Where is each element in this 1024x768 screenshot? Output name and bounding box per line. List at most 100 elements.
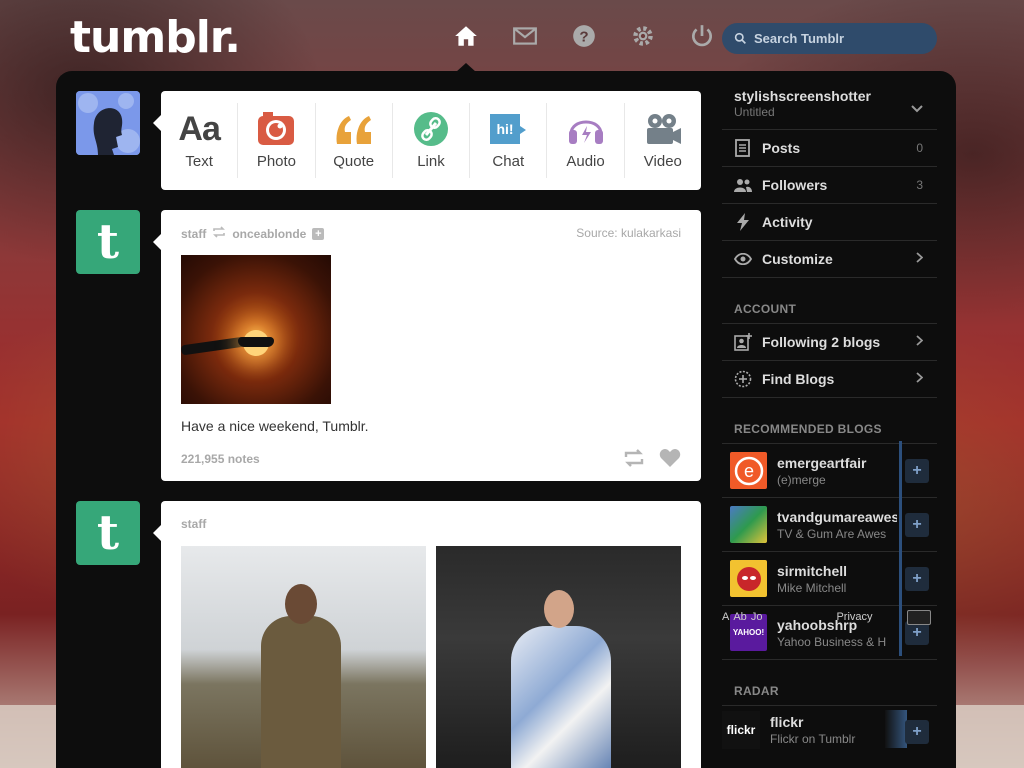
- footer-link[interactable]: Ab: [733, 611, 746, 623]
- post-notes[interactable]: 221,955 notes: [181, 452, 260, 466]
- staff-avatar[interactable]: t: [76, 501, 140, 565]
- radar-thumbnail: [885, 710, 907, 748]
- post-type-link[interactable]: Link: [393, 103, 471, 178]
- search-input[interactable]: [754, 31, 924, 46]
- sidebar-item-label: Posts: [762, 140, 801, 156]
- chevron-right-icon: [916, 370, 924, 388]
- post-photo[interactable]: [181, 546, 426, 768]
- sidebar-item-posts[interactable]: Posts 0: [722, 130, 937, 167]
- follow-plus-button[interactable]: +: [905, 513, 929, 537]
- post-header: staff onceablonde +: [181, 226, 325, 241]
- post-type-text[interactable]: Aa Text: [161, 103, 239, 178]
- top-nav: ?: [450, 20, 718, 52]
- post-type-chat[interactable]: hi! Chat: [470, 103, 548, 178]
- post-type-audio[interactable]: Audio: [547, 103, 625, 178]
- post-card: staff onceablonde + Source: kulakarkasi …: [153, 210, 701, 481]
- chevron-right-icon: [916, 333, 924, 351]
- follow-plus-button[interactable]: +: [905, 567, 929, 591]
- post-composer: Aa Text Photo Quote Link hi! Chat Audio: [153, 91, 701, 190]
- post-card: staff: [153, 501, 701, 768]
- post-photo[interactable]: [436, 546, 681, 768]
- radar-heading: RADAR: [734, 684, 779, 698]
- search-icon: [734, 32, 746, 44]
- text-icon: Aa: [178, 109, 220, 148]
- radar-post[interactable]: flickr flickr Flickr on Tumblr +: [722, 705, 937, 753]
- photo-model-coat: [261, 616, 341, 768]
- gear-icon[interactable]: [627, 20, 659, 52]
- sidebar-item-followers[interactable]: Followers 3: [722, 167, 937, 204]
- link-icon: [413, 111, 449, 147]
- headphones-icon: [567, 111, 605, 147]
- photo-model-dress: [511, 626, 611, 768]
- post-author-link[interactable]: staff: [181, 227, 206, 241]
- post-type-photo[interactable]: Photo: [238, 103, 316, 178]
- post-source: Source: kulakarkasi: [576, 226, 681, 240]
- sidebar-item-following[interactable]: Following 2 blogs: [722, 324, 937, 361]
- blog-title: (e)merge: [777, 472, 826, 487]
- like-heart-icon[interactable]: [659, 448, 681, 473]
- tumblr-logo[interactable]: tumblr.: [70, 12, 241, 63]
- sidebar-item-customize[interactable]: Customize: [722, 241, 937, 278]
- blog-switcher[interactable]: stylishscreenshotter Untitled: [722, 82, 937, 130]
- sidebar-item-find-blogs[interactable]: Find Blogs: [722, 361, 937, 398]
- photo-model-head: [285, 584, 317, 624]
- blog-title: Yahoo Business & H: [777, 634, 887, 649]
- sidebar-item-label: Followers: [762, 177, 828, 193]
- post-type-label: Quote: [333, 153, 375, 170]
- post-type-label: Chat: [492, 153, 525, 170]
- recommended-blog[interactable]: sirmitchell Mike Mitchell +: [722, 552, 937, 606]
- post-author-link[interactable]: staff: [181, 517, 206, 531]
- power-icon[interactable]: [686, 20, 718, 52]
- mail-icon[interactable]: [509, 20, 541, 52]
- sidebar-item-activity[interactable]: Activity: [722, 204, 937, 241]
- follow-plus-button[interactable]: +: [905, 720, 929, 744]
- keyboard-icon[interactable]: [907, 610, 931, 625]
- user-avatar[interactable]: [76, 91, 140, 155]
- footer-links: A Ab Jo Privacy: [722, 611, 873, 623]
- post-type-label: Photo: [256, 153, 297, 170]
- svg-text:?: ?: [579, 28, 588, 45]
- help-icon[interactable]: ?: [568, 20, 600, 52]
- blog-avatar: [730, 560, 767, 597]
- home-icon[interactable]: [450, 20, 482, 52]
- flickr-logo: flickr: [722, 710, 760, 749]
- post-type-video[interactable]: Video: [625, 103, 701, 178]
- chevron-right-icon: [916, 250, 924, 268]
- follow-plus-button[interactable]: +: [905, 459, 929, 483]
- blog-avatar: [730, 506, 767, 543]
- svg-text:hi!: hi!: [497, 121, 514, 137]
- recommended-blog[interactable]: e emergeartfair (e)merge +: [722, 444, 937, 498]
- blog-title: Untitled: [734, 105, 775, 119]
- footer-link[interactable]: A: [722, 611, 729, 623]
- reblog-icon[interactable]: [623, 448, 645, 473]
- post-type-label: Link: [417, 153, 445, 170]
- reblog-small-icon: [212, 226, 226, 241]
- sidebar-item-count: 3: [916, 178, 923, 192]
- camera-icon: [257, 111, 295, 147]
- blog-name: flickr: [770, 713, 804, 730]
- follow-plus-icon[interactable]: +: [312, 227, 325, 240]
- blog-title: Flickr on Tumblr: [770, 731, 856, 746]
- eye-icon: [734, 250, 752, 268]
- post-type-label: Video: [643, 153, 682, 170]
- blog-avatar: e: [730, 452, 767, 489]
- post-type-quote[interactable]: Quote: [316, 103, 393, 178]
- post-photo[interactable]: [180, 255, 331, 404]
- reblogged-from-link[interactable]: onceablonde: [232, 227, 306, 241]
- sidebar-item-label: Find Blogs: [762, 371, 835, 387]
- sidebar: stylishscreenshotter Untitled Posts 0 Fo…: [722, 82, 937, 753]
- video-camera-icon: [644, 111, 682, 147]
- staff-avatar[interactable]: t: [76, 210, 140, 274]
- photo-sunglasses: [238, 337, 274, 347]
- recommended-blog[interactable]: tvandgumareawes TV & Gum Are Awes +: [722, 498, 937, 552]
- blog-name: emergeartfair: [777, 454, 867, 471]
- footer-link[interactable]: Jo: [751, 611, 763, 623]
- photo-model-head: [544, 590, 574, 628]
- blog-title: Mike Mitchell: [777, 580, 847, 595]
- lightning-icon: [734, 213, 752, 231]
- source-label: Source:: [576, 226, 618, 240]
- footer-link[interactable]: Privacy: [836, 611, 872, 623]
- blog-name: sirmitchell: [777, 562, 848, 579]
- search-box[interactable]: [722, 23, 937, 54]
- source-link[interactable]: kulakarkasi: [621, 226, 681, 240]
